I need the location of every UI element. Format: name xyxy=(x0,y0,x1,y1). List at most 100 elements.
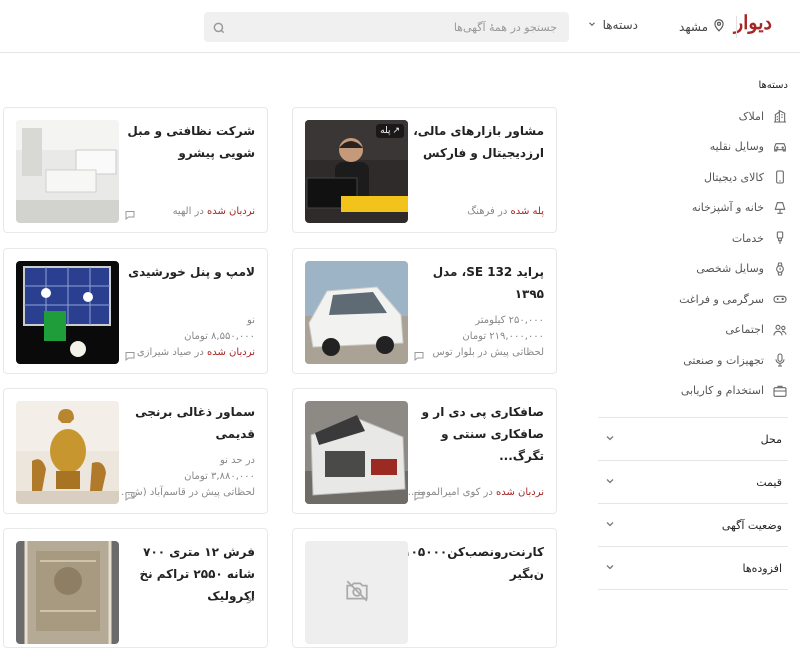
chevron-down-icon xyxy=(587,18,597,32)
filter-ad-status[interactable]: وضعیت آگهی xyxy=(598,503,788,547)
ad-condition: نو xyxy=(247,315,255,326)
ad-location-text: لحظاتی پیش در قاسم‌آباد (ش... xyxy=(121,487,255,498)
lamp-icon xyxy=(772,200,788,216)
sidebar: دسته‌ها املاک وسایل نقلیه کالای دیجیتال … xyxy=(596,80,788,406)
ad-title: صافکاری پی دی ار و صافکاری سنتی و تگرگ..… xyxy=(421,405,544,463)
filter-price[interactable]: قیمت xyxy=(598,460,788,504)
categories-label: دسته‌ها xyxy=(602,18,638,32)
ad-location-highlight: پله شده xyxy=(510,206,544,217)
stairs-icon: ↗ xyxy=(392,126,400,136)
categories-dropdown[interactable]: دسته‌ها xyxy=(587,18,638,32)
category-social[interactable]: اجتماعی xyxy=(596,315,788,346)
ad-card[interactable]: شرکت نظافتی و مبل شویی پیشرو نردبان شده … xyxy=(3,107,268,233)
ad-image: ↗ پله xyxy=(305,120,408,223)
filter-location[interactable]: محل xyxy=(598,417,788,461)
category-personal[interactable]: وسایل شخصی xyxy=(596,254,788,285)
ad-location: پله شده در فرهنگ xyxy=(406,204,544,220)
category-label: کالای دیجیتال xyxy=(703,170,764,184)
ad-image xyxy=(16,401,119,504)
mic-icon xyxy=(772,352,788,368)
ad-card[interactable]: فرش ۱۲ متری ۷۰۰ شانه ۲۵۵۰ تراکم نخ اکرول… xyxy=(3,528,268,648)
ad-title: شرکت نظافتی و مبل شویی پیشرو xyxy=(127,124,255,160)
ad-meta: در حد نو ۳,۸۸۰,۰۰۰ تومان لحظاتی پیش در ق… xyxy=(117,453,255,501)
ad-title: لامپ و پنل خورشیدی xyxy=(128,265,255,279)
category-home-kitchen[interactable]: خانه و آشپزخانه xyxy=(596,193,788,224)
ad-card[interactable]: کارنت‌رونصب‌کن۱۰۵۰۰۰توما ن‌بگیر xyxy=(292,528,557,648)
filter-extras[interactable]: افزوده‌ها xyxy=(598,546,788,590)
city-label: مشهد xyxy=(679,19,708,34)
header-divider xyxy=(736,16,737,38)
chevron-down-icon xyxy=(598,475,616,490)
ad-image xyxy=(305,401,408,504)
chevron-down-icon xyxy=(598,518,616,533)
category-real-estate[interactable]: املاک xyxy=(596,101,788,132)
ad-location-text: در صیاد شیرازی xyxy=(136,347,208,358)
ad-card[interactable]: صافکاری پی دی ار و صافکاری سنتی و تگرگ..… xyxy=(292,388,557,514)
ad-location-text: در الهیه xyxy=(172,206,208,217)
category-label: خانه و آشپزخانه xyxy=(691,201,764,215)
ad-card[interactable]: سماور ذغالی برنجی قدیمی در حد نو ۳,۸۸۰,۰… xyxy=(3,388,268,514)
ad-location: نردبان شده در الهیه xyxy=(117,204,255,220)
ad-location-highlight: نردبان شده xyxy=(496,487,544,498)
ad-condition: در حد نو xyxy=(219,455,255,466)
city-selector[interactable]: مشهد xyxy=(679,18,726,35)
chevron-down-icon xyxy=(598,561,616,576)
ad-title: کارنت‌رونصب‌کن۱۰۵۰۰۰توما ن‌بگیر xyxy=(379,545,544,581)
search-input[interactable] xyxy=(235,19,559,35)
briefcase-icon xyxy=(772,383,788,399)
sidebar-title: دسته‌ها xyxy=(758,80,788,91)
filter-label: وضعیت آگهی xyxy=(721,519,782,532)
no-image-placeholder xyxy=(305,541,408,644)
category-label: وسایل نقلیه xyxy=(709,140,764,154)
phone-icon xyxy=(772,169,788,185)
ad-location: لحظاتی پیش در بلوار توس xyxy=(406,345,544,361)
ad-card[interactable]: پراید SE 132، مدل ۱۳۹۵ ۲۵۰,۰۰۰ کیلومتر ۲… xyxy=(292,248,557,374)
category-digital[interactable]: کالای دیجیتال xyxy=(596,162,788,193)
ad-title: مشاور بازارهای مالی، ارزدیجیتال و فارکس xyxy=(413,124,544,160)
ad-meta: نردبان شده در الهیه xyxy=(117,204,255,220)
category-jobs[interactable]: استخدام و کاریابی xyxy=(596,376,788,407)
chat-icon xyxy=(413,487,425,502)
ad-location: لحظاتی پیش در قاسم‌آباد (ش... xyxy=(117,485,255,501)
category-label: املاک xyxy=(738,109,764,123)
chat-icon xyxy=(413,347,425,362)
ad-condition: نو xyxy=(247,593,255,604)
ad-image xyxy=(16,261,119,364)
ad-meta: نردبان شده در کوی امیرالمومنـ... xyxy=(406,485,544,501)
ad-meta: نو xyxy=(117,591,255,607)
ad-location: نردبان شده در صیاد شیرازی xyxy=(117,345,255,361)
ad-price: ۸,۵۵۰,۰۰۰ تومان xyxy=(184,331,255,342)
ad-title: سماور ذغالی برنجی قدیمی xyxy=(135,405,255,441)
category-entertainment[interactable]: سرگرمی و فراغت xyxy=(596,284,788,315)
ad-title: پراید SE 132، مدل ۱۳۹۵ xyxy=(432,265,544,301)
ad-card[interactable]: مشاور بازارهای مالی، ارزدیجیتال و فارکس … xyxy=(292,107,557,233)
people-icon xyxy=(772,322,788,338)
category-vehicles[interactable]: وسایل نقلیه xyxy=(596,132,788,163)
ad-location-text: در فرهنگ xyxy=(467,206,511,217)
ad-meta: پله شده در فرهنگ xyxy=(406,204,544,220)
building-icon xyxy=(772,108,788,124)
chat-icon xyxy=(124,347,136,362)
ad-detail: ۲۵۰,۰۰۰ کیلومتر xyxy=(475,315,544,326)
ad-card[interactable]: لامپ و پنل خورشیدی نو ۸,۵۵۰,۰۰۰ تومان نر… xyxy=(3,248,268,374)
category-label: اجتماعی xyxy=(725,323,764,337)
divar-logo[interactable]: دیوار xyxy=(734,12,772,34)
category-label: وسایل شخصی xyxy=(696,262,764,276)
ad-meta: ۲۵۰,۰۰۰ کیلومتر ۲۱۹,۰۰۰,۰۰۰ تومان لحظاتی… xyxy=(406,313,544,361)
ad-meta: نو ۸,۵۵۰,۰۰۰ تومان نردبان شده در صیاد شی… xyxy=(117,313,255,361)
search-icon[interactable] xyxy=(212,20,226,34)
search-box[interactable] xyxy=(204,12,569,42)
location-pin-icon xyxy=(712,18,726,35)
ad-location-highlight: نردبان شده xyxy=(207,206,255,217)
category-industrial[interactable]: تجهیزات و صنعتی xyxy=(596,345,788,376)
ad-location-text: لحظاتی پیش در بلوار توس xyxy=(432,347,544,358)
watch-icon xyxy=(772,261,788,277)
filter-label: قیمت xyxy=(756,476,782,489)
ad-price: ۳,۸۸۰,۰۰۰ تومان xyxy=(184,471,255,482)
category-services[interactable]: خدمات xyxy=(596,223,788,254)
car-icon xyxy=(772,139,788,155)
ad-image xyxy=(305,261,408,364)
category-label: سرگرمی و فراغت xyxy=(679,292,764,306)
ad-location: نردبان شده در کوی امیرالمومنـ... xyxy=(406,485,544,501)
filter-divider xyxy=(598,589,788,590)
